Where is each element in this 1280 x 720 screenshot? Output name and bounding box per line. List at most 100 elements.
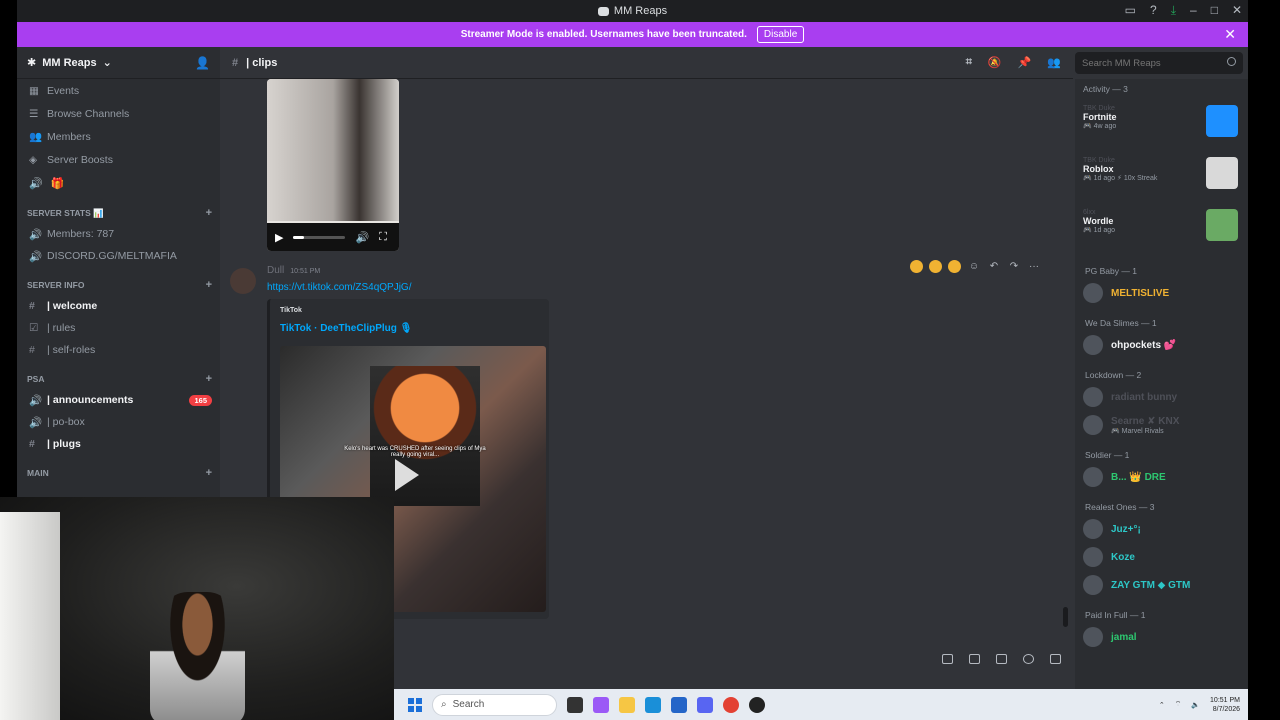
seek-bar[interactable]	[293, 235, 346, 239]
sidebar-channel[interactable]: 🔊 | announcements 165	[17, 389, 220, 411]
role-header: Realest Ones — 3	[1085, 502, 1155, 512]
scrollbar[interactable]	[1063, 607, 1068, 627]
sidebar-link-members[interactable]: 👥 Members	[17, 125, 220, 148]
category-header[interactable]: PSA +	[17, 369, 220, 389]
category-header[interactable]: SERVER STATS 📊 +	[17, 203, 220, 223]
invite-people-icon[interactable]: 👤	[195, 56, 210, 70]
member-text: ohpockets 💕	[1111, 340, 1176, 351]
embed-provider: TikTok	[280, 307, 302, 314]
minimize-icon[interactable]: –	[1190, 3, 1197, 18]
obs-icon[interactable]	[749, 696, 765, 713]
close-window-icon[interactable]: ✕	[1232, 3, 1242, 18]
avatar	[1083, 335, 1103, 355]
more-icon[interactable]: ···	[1027, 261, 1041, 272]
sidebar-link-browse-channels[interactable]: ☰ Browse Channels	[17, 102, 220, 125]
member-status: 🎮 Marvel Rivals	[1111, 427, 1164, 435]
add-channel-icon[interactable]: +	[206, 279, 212, 291]
threads-icon[interactable]: ⌗	[966, 56, 972, 69]
reaction-icon[interactable]	[948, 260, 961, 273]
disable-streamer-mode-button[interactable]: Disable	[756, 26, 805, 43]
add-channel-icon[interactable]: +	[206, 207, 212, 219]
sidebar-link-events[interactable]: ▦ Events	[17, 79, 220, 102]
sticker-icon[interactable]	[996, 654, 1007, 664]
gift-icon[interactable]: 🎁	[51, 177, 65, 190]
activity-card[interactable]: TBK Duke Roblox 🎮 1d ago ⚡ 10x Streak	[1079, 151, 1244, 203]
member-row[interactable]: B... 👑 DRE	[1075, 463, 1248, 491]
role-header: Paid In Full — 1	[1085, 610, 1146, 620]
activity-card[interactable]: 6lxx Wordle 🎮 1d ago	[1079, 203, 1244, 255]
activity-card[interactable]: TBK Duke Fortnite 🎮 4w ago	[1079, 99, 1244, 151]
avatar	[1083, 547, 1103, 567]
search-icon[interactable]	[1227, 57, 1236, 66]
add-channel-icon[interactable]: +	[206, 373, 212, 385]
member-row[interactable]: MELTISLIVE	[1075, 279, 1248, 307]
copilot-icon[interactable]	[593, 696, 609, 713]
reply-icon[interactable]: ↶	[987, 261, 1001, 272]
play-icon[interactable]	[395, 459, 419, 491]
task-view-icon[interactable]	[567, 696, 583, 713]
members-icon: 👥	[29, 131, 43, 143]
message-link[interactable]: https://vt.tiktok.com/ZS4qQPJjG/	[267, 282, 412, 293]
add-reaction-icon[interactable]: ☺	[967, 261, 981, 272]
add-channel-icon[interactable]: +	[206, 467, 212, 479]
file-explorer-icon[interactable]	[619, 696, 635, 713]
emoji-icon[interactable]	[1023, 654, 1034, 664]
sidebar-channel[interactable]: 🔊 | po-box	[17, 411, 220, 433]
help-icon[interactable]: ?	[1150, 3, 1157, 18]
chrome-icon[interactable]	[723, 696, 739, 713]
maximize-icon[interactable]: □	[1211, 3, 1218, 18]
banner-text: Streamer Mode is enabled. Usernames have…	[460, 29, 747, 40]
sidebar-link-server-boosts[interactable]: ◈ Server Boosts	[17, 148, 220, 171]
embed-title[interactable]: TikTok · DeeTheClipPlug 🎙	[280, 323, 412, 334]
sidebar-channel[interactable]: # | self-roles	[17, 339, 220, 361]
member-row[interactable]: Juz+°¡	[1075, 515, 1248, 543]
sidebar-channel[interactable]: 🔊 DISCORD.GG/MELTMAFIA	[17, 245, 220, 267]
avatar	[1083, 575, 1103, 595]
clock[interactable]: 10:51 PM 8/7/2026	[1210, 696, 1240, 714]
pin-icon[interactable]: 📌	[1018, 56, 1032, 69]
wifi-icon[interactable]: ⌔	[1175, 700, 1182, 709]
store-icon[interactable]	[671, 696, 687, 713]
apps-icon[interactable]	[1050, 654, 1061, 664]
guild-header[interactable]: ✱ MM Reaps ⌄ 👤	[17, 47, 220, 79]
taskbar-search[interactable]: ⌕ Search	[432, 693, 557, 716]
mute-icon[interactable]: 🔕	[988, 56, 1002, 69]
sidebar-channel[interactable]: 🔊 Members: 787	[17, 223, 220, 245]
member-name: Searne ✘ KNX	[1111, 415, 1180, 427]
member-list-icon[interactable]: 👥	[1047, 56, 1061, 69]
volume-icon[interactable]: 🔊	[355, 231, 369, 244]
close-banner-icon[interactable]: ✕	[1224, 26, 1236, 43]
video-attachment[interactable]: ▶ 🔊 ⛶	[267, 79, 399, 251]
member-row[interactable]: Searne ✘ KNX 🎮 Marvel Rivals	[1075, 411, 1248, 439]
download-icon[interactable]: ⤓	[1171, 3, 1176, 18]
username[interactable]: Dull	[267, 265, 284, 276]
discord-taskbar-icon[interactable]	[697, 696, 713, 713]
fullscreen-icon[interactable]: ⛶	[379, 231, 387, 244]
windows-start-icon[interactable]	[408, 697, 422, 712]
edge-icon[interactable]	[645, 696, 661, 713]
chevron-up-icon[interactable]: ⌃	[1159, 701, 1165, 709]
search-input[interactable]	[1075, 52, 1243, 74]
inbox-icon[interactable]: ▭	[1125, 3, 1136, 18]
category-header[interactable]: SERVER INFO +	[17, 275, 220, 295]
play-icon[interactable]: ▶	[275, 231, 283, 244]
gift-icon[interactable]	[942, 654, 953, 664]
guild-icon: ✱	[27, 57, 37, 69]
forward-icon[interactable]: ↷	[1007, 261, 1021, 272]
sidebar-channel[interactable]: # | plugs	[17, 433, 220, 455]
member-row[interactable]: Koze	[1075, 543, 1248, 571]
reaction-icon[interactable]	[929, 260, 942, 273]
member-row[interactable]: ZAY GTM ◆ GTM	[1075, 571, 1248, 599]
embed-caption: Kelo's heart was CRUSHED after seeing cl…	[344, 446, 486, 458]
video-thumbnail	[267, 79, 399, 221]
member-row[interactable]: radiant bunny	[1075, 383, 1248, 411]
category-header[interactable]: MAIN +	[17, 463, 220, 483]
sidebar-channel[interactable]: ☑ | rules	[17, 317, 220, 339]
avatar[interactable]	[230, 268, 256, 294]
volume-icon[interactable]: 🔈	[1191, 701, 1200, 709]
reaction-icon[interactable]	[910, 260, 923, 273]
member-row[interactable]: jamal	[1075, 623, 1248, 651]
member-row[interactable]: ohpockets 💕	[1075, 331, 1248, 359]
gif-icon[interactable]	[969, 654, 980, 664]
sidebar-channel[interactable]: # | welcome	[17, 295, 220, 317]
